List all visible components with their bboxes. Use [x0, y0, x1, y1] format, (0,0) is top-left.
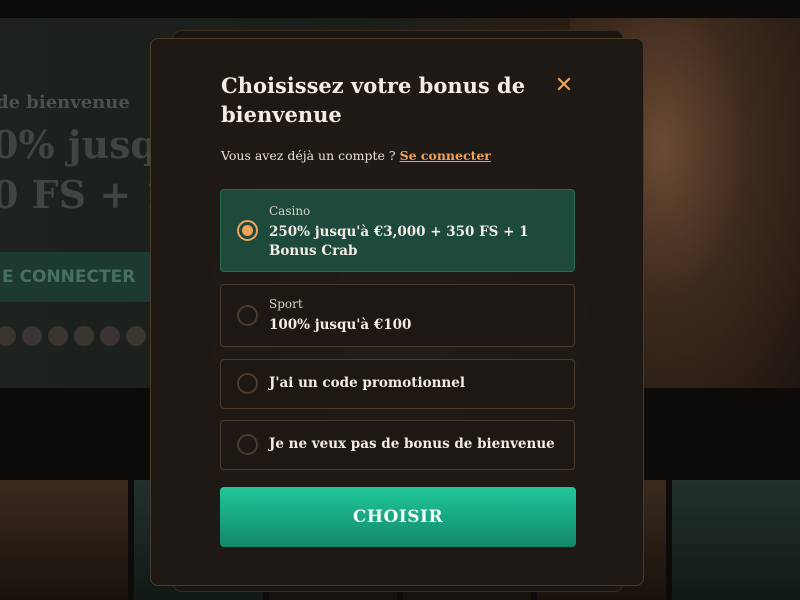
- account-prompt: Vous avez déjà un compte ? Se connecter: [221, 148, 491, 163]
- option-label: J'ai un code promotionnel: [269, 375, 465, 391]
- background-login-button: E CONNECTER: [0, 252, 150, 302]
- background-welcome-text: de bienvenue: [0, 92, 130, 113]
- bonus-option-no-bonus[interactable]: Je ne veux pas de bonus de bienvenue: [220, 420, 575, 470]
- game-thumbnail: [0, 480, 129, 600]
- option-category: Sport: [269, 297, 303, 311]
- game-thumbnail: [671, 480, 800, 600]
- background-hero-line-2: 0 FS + 1: [0, 172, 171, 217]
- payment-icon: [22, 326, 42, 346]
- account-prompt-text: Vous avez déjà un compte ?: [221, 148, 396, 163]
- background-hero-line-1: 0% jusq: [0, 122, 158, 167]
- payment-icon: [100, 326, 120, 346]
- bonus-option-sport[interactable]: Sport 100% jusqu'à €100: [220, 284, 575, 347]
- radio-unselected[interactable]: [237, 373, 258, 394]
- payment-icon: [74, 326, 94, 346]
- option-label: 250% jusqu'à €3,000 + 350 FS + 1 Bonus C…: [269, 224, 529, 259]
- radio-unselected[interactable]: [237, 434, 258, 455]
- payment-icon: [48, 326, 68, 346]
- option-category: Casino: [269, 204, 311, 218]
- login-link[interactable]: Se connecter: [400, 148, 491, 163]
- modal-title: Choisissez votre bonus de bienvenue: [221, 73, 526, 127]
- radio-unselected[interactable]: [237, 305, 258, 326]
- bonus-option-casino[interactable]: Casino 250% jusqu'à €3,000 + 350 FS + 1 …: [220, 189, 575, 272]
- payment-icons: [0, 326, 146, 346]
- payment-icon: [0, 326, 16, 346]
- choose-button[interactable]: CHOISIR: [220, 487, 576, 547]
- bonus-modal: Choisissez votre bonus de bienvenue ✕ Vo…: [150, 38, 644, 586]
- option-label: Je ne veux pas de bonus de bienvenue: [269, 436, 555, 452]
- option-label: 100% jusqu'à €100: [269, 317, 412, 333]
- bonus-option-promo-code[interactable]: J'ai un code promotionnel: [220, 359, 575, 409]
- close-icon[interactable]: ✕: [553, 75, 575, 97]
- payment-icon: [126, 326, 146, 346]
- radio-selected[interactable]: [237, 220, 258, 241]
